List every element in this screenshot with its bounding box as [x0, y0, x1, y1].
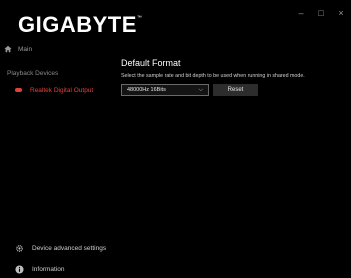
nav-main[interactable]: Main — [4, 42, 32, 56]
minimize-button[interactable]: – — [291, 6, 311, 20]
information-label: Information — [32, 266, 65, 273]
trademark-symbol: ™ — [136, 15, 143, 21]
maximize-button[interactable]: □ — [311, 6, 331, 20]
chevron-down-icon: ⌵ — [198, 86, 203, 93]
logo-text: GIGABYTE — [18, 12, 137, 37]
format-controls: 48000Hz 16Bits ⌵ Reset — [121, 84, 351, 96]
info-icon — [15, 265, 24, 274]
page-title: Default Format — [121, 58, 181, 68]
home-icon — [4, 45, 12, 53]
device-label: Realtek Digital Output — [30, 86, 94, 94]
format-description: Select the sample rate and bit depth to … — [121, 73, 305, 79]
app-window: – □ × GIGABYTE™ Main Playback Devices Re… — [0, 0, 351, 278]
nav-main-label: Main — [18, 45, 33, 53]
device-advanced-settings-item[interactable]: Device advanced settings — [15, 244, 106, 253]
main-content: Default Format Select the sample rate an… — [121, 58, 351, 96]
close-button[interactable]: × — [331, 6, 351, 20]
playback-devices-heading: Playback Devices — [7, 70, 59, 77]
gigabyte-logo: GIGABYTE™ — [18, 12, 142, 38]
device-indicator-icon — [15, 88, 22, 92]
format-select[interactable]: 48000Hz 16Bits ⌵ — [121, 84, 209, 96]
sidebar-item-realtek-digital-output[interactable]: Realtek Digital Output — [5, 82, 117, 98]
information-item[interactable]: Information — [15, 265, 65, 274]
gear-icon — [16, 245, 23, 252]
window-controls: – □ × — [291, 6, 351, 20]
format-select-value: 48000Hz 16Bits — [127, 87, 166, 93]
reset-button[interactable]: Reset — [213, 84, 258, 96]
advanced-settings-label: Device advanced settings — [32, 245, 107, 252]
